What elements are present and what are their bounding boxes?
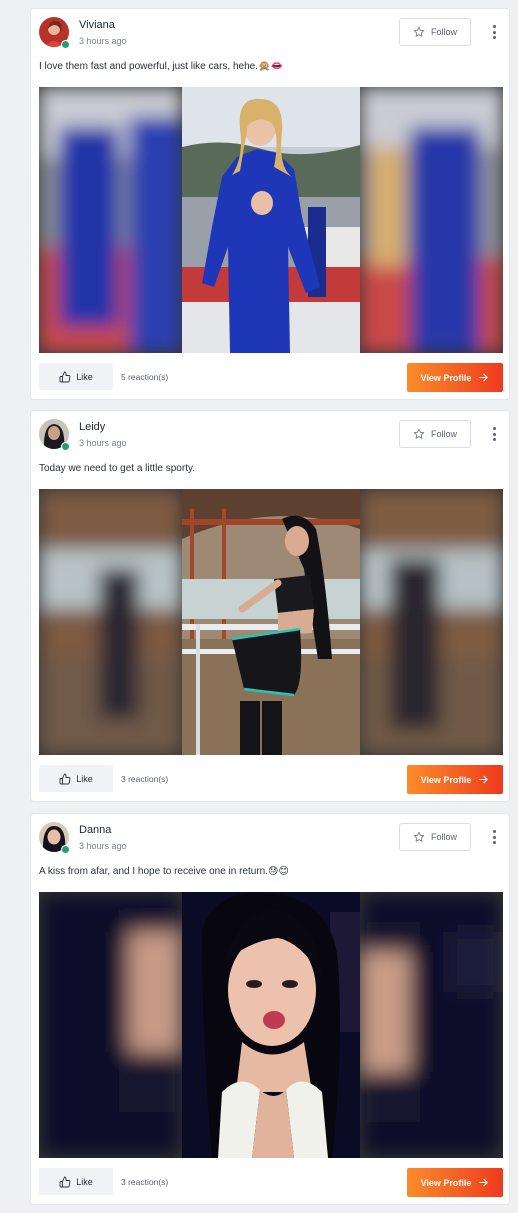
- image-blur-backdrop: [39, 87, 182, 353]
- image-blur-backdrop: [360, 489, 503, 755]
- follow-label: Follow: [430, 429, 457, 439]
- post-username[interactable]: Leidy: [79, 421, 105, 433]
- follow-button[interactable]: Follow: [399, 18, 471, 46]
- post-image[interactable]: [39, 87, 503, 353]
- post-timestamp: 3 hours ago: [79, 36, 127, 46]
- thumbs-up-icon: [59, 371, 71, 382]
- more-vertical-icon[interactable]: [485, 423, 503, 445]
- image-blur-backdrop: [39, 892, 182, 1158]
- post-timestamp: 3 hours ago: [79, 841, 127, 851]
- thumbs-up-icon: [59, 773, 71, 784]
- image-blur-backdrop: [360, 892, 503, 1158]
- arrow-right-icon: [479, 1178, 489, 1187]
- follow-label: Follow: [430, 832, 457, 842]
- post-timestamp: 3 hours ago: [79, 438, 127, 448]
- arrow-right-icon: [479, 775, 489, 784]
- more-vertical-icon[interactable]: [485, 21, 503, 43]
- like-label: Like: [76, 1176, 93, 1187]
- reaction-count: 3 reaction(s): [121, 1177, 169, 1187]
- image-blur-backdrop: [360, 87, 503, 353]
- post-photo: [182, 892, 360, 1158]
- follow-button[interactable]: Follow: [399, 823, 471, 851]
- post-username[interactable]: Danna: [79, 824, 111, 836]
- view-profile-label: View Profile: [420, 372, 472, 383]
- online-status-indicator: [61, 40, 70, 49]
- online-status-indicator: [61, 845, 70, 854]
- view-profile-label: View Profile: [420, 774, 472, 785]
- view-profile-label: View Profile: [420, 1177, 472, 1188]
- post-card: Viviana 3 hours ago Follow I love them f…: [30, 8, 510, 400]
- post-actions: Like 3 reaction(s) View Profile: [39, 765, 503, 794]
- post-image[interactable]: [39, 489, 503, 755]
- like-button[interactable]: Like: [39, 1168, 113, 1195]
- view-profile-button[interactable]: View Profile: [407, 765, 503, 794]
- follow-label: Follow: [430, 27, 457, 37]
- star-icon: [413, 831, 425, 842]
- like-label: Like: [76, 773, 93, 784]
- post-photo: [182, 489, 360, 755]
- more-vertical-icon[interactable]: [485, 826, 503, 848]
- arrow-right-icon: [479, 373, 489, 382]
- post-caption: A kiss from afar, and I hope to receive …: [39, 866, 289, 877]
- post-actions: Like 3 reaction(s) View Profile: [39, 1168, 503, 1197]
- view-profile-button[interactable]: View Profile: [407, 1168, 503, 1197]
- post-username[interactable]: Viviana: [79, 19, 115, 31]
- post-card: Danna 3 hours ago Follow A kiss from afa…: [30, 813, 510, 1205]
- post-caption: I love them fast and powerful, just like…: [39, 61, 283, 72]
- post-image[interactable]: [39, 892, 503, 1158]
- image-blur-backdrop: [39, 489, 182, 755]
- like-button[interactable]: Like: [39, 363, 113, 390]
- reaction-count: 5 reaction(s): [121, 372, 169, 382]
- follow-button[interactable]: Follow: [399, 420, 471, 448]
- online-status-indicator: [61, 442, 70, 451]
- star-icon: [413, 26, 425, 37]
- thumbs-up-icon: [59, 1176, 71, 1187]
- like-label: Like: [76, 371, 93, 382]
- reaction-count: 3 reaction(s): [121, 774, 169, 784]
- post-photo: [182, 87, 360, 353]
- star-icon: [413, 428, 425, 439]
- post-card: Leidy 3 hours ago Follow Today we need t…: [30, 410, 510, 802]
- post-actions: Like 5 reaction(s) View Profile: [39, 363, 503, 392]
- view-profile-button[interactable]: View Profile: [407, 363, 503, 392]
- post-caption: Today we need to get a little sporty.: [39, 463, 196, 474]
- like-button[interactable]: Like: [39, 765, 113, 792]
